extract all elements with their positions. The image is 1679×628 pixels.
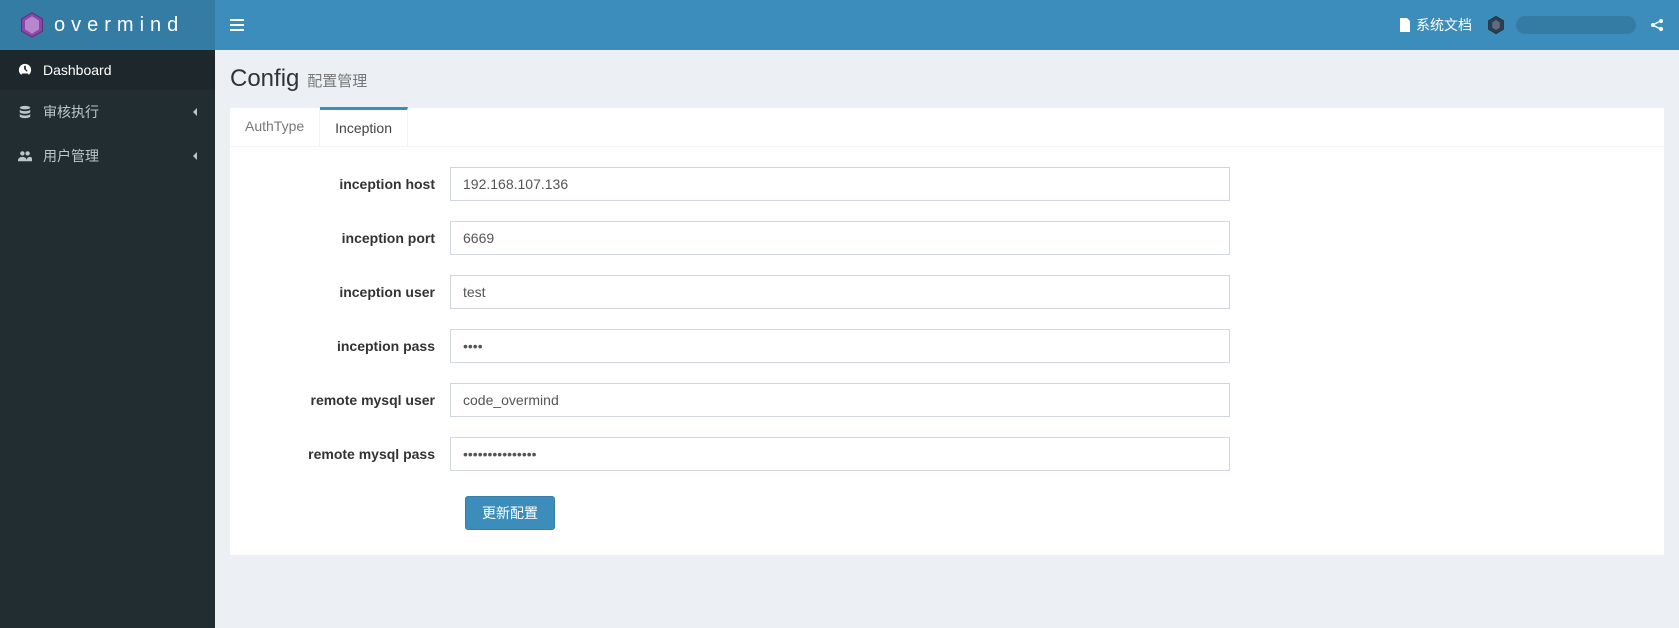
- topbar: 系统文档: [215, 0, 1679, 50]
- user-menu[interactable]: [1486, 15, 1636, 35]
- config-form: inception host inception port inception …: [230, 147, 1664, 555]
- form-label: inception user: [255, 284, 450, 300]
- database-icon: [15, 105, 35, 119]
- inception-port-input[interactable]: [450, 221, 1230, 255]
- sidebar-menu: Dashboard 审核执行 用户管理: [0, 50, 215, 178]
- sidebar-item-label: Dashboard: [43, 62, 200, 78]
- form-label: remote mysql pass: [255, 446, 450, 462]
- form-row-remote-mysql-pass: remote mysql pass: [255, 437, 1639, 471]
- docs-label: 系统文档: [1416, 15, 1472, 35]
- docs-link[interactable]: 系统文档: [1398, 15, 1472, 35]
- sidebar-item-audit[interactable]: 审核执行: [0, 90, 215, 134]
- sidebar-item-label: 用户管理: [43, 146, 192, 166]
- inception-user-input[interactable]: [450, 275, 1230, 309]
- hamburger-icon[interactable]: [230, 18, 244, 32]
- form-label: remote mysql user: [255, 392, 450, 408]
- form-row-inception-port: inception port: [255, 221, 1639, 255]
- brand-logo[interactable]: overmind: [0, 0, 215, 50]
- form-label: inception host: [255, 176, 450, 192]
- brand-icon: [18, 11, 46, 39]
- chevron-left-icon: [192, 152, 200, 160]
- sidebar-item-users[interactable]: 用户管理: [0, 134, 215, 178]
- remote-mysql-pass-input[interactable]: [450, 437, 1230, 471]
- form-row-inception-user: inception user: [255, 275, 1639, 309]
- tab-label: AuthType: [245, 118, 304, 134]
- submit-button[interactable]: 更新配置: [465, 496, 555, 530]
- tabs: AuthType Inception: [230, 108, 1664, 147]
- form-row-inception-pass: inception pass: [255, 329, 1639, 363]
- tab-authtype[interactable]: AuthType: [230, 108, 320, 146]
- username-pill: [1516, 16, 1636, 34]
- chevron-left-icon: [192, 108, 200, 116]
- sidebar-item-dashboard[interactable]: Dashboard: [0, 50, 215, 90]
- page-title: Config: [230, 65, 299, 93]
- form-row-inception-host: inception host: [255, 167, 1639, 201]
- tab-label: Inception: [335, 120, 392, 136]
- dashboard-icon: [15, 63, 35, 77]
- brand-text: overmind: [54, 14, 184, 37]
- main: 系统文档 Config 配置管理: [215, 0, 1679, 628]
- inception-pass-input[interactable]: [450, 329, 1230, 363]
- file-icon: [1398, 18, 1412, 32]
- form-label: inception port: [255, 230, 450, 246]
- sidebar-item-label: 审核执行: [43, 102, 192, 122]
- share-button[interactable]: [1650, 18, 1664, 32]
- tab-inception[interactable]: Inception: [320, 107, 408, 146]
- form-row-remote-mysql-user: remote mysql user: [255, 383, 1639, 417]
- config-box: AuthType Inception inception host incept…: [230, 108, 1664, 555]
- share-icon: [1650, 18, 1664, 32]
- remote-mysql-user-input[interactable]: [450, 383, 1230, 417]
- content: AuthType Inception inception host incept…: [215, 93, 1679, 570]
- inception-host-input[interactable]: [450, 167, 1230, 201]
- users-icon: [15, 149, 35, 163]
- page-subtitle: 配置管理: [307, 73, 367, 90]
- form-label: inception pass: [255, 338, 450, 354]
- user-avatar-icon: [1486, 15, 1506, 35]
- sidebar: overmind Dashboard 审核执行: [0, 0, 215, 628]
- content-header: Config 配置管理: [215, 50, 1679, 93]
